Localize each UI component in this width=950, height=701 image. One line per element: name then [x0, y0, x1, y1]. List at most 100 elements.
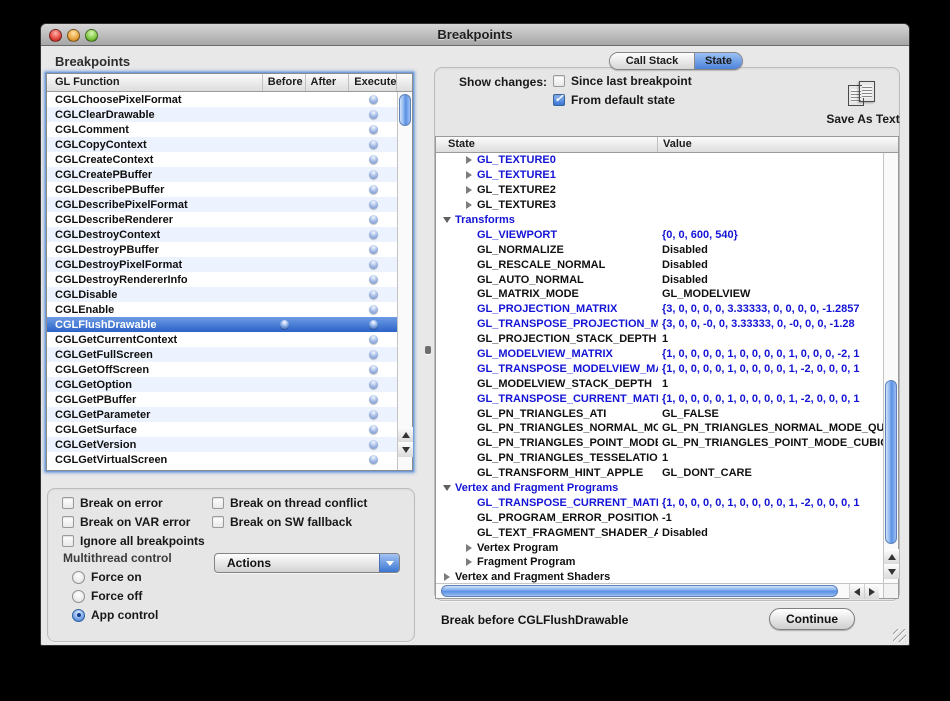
execute-cell[interactable] [349, 380, 397, 389]
from-default-state-option[interactable]: ✓ From default state [553, 93, 675, 107]
save-as-text-button[interactable] [846, 80, 880, 108]
state-row[interactable]: GL_TRANSPOSE_CURRENT_MATRI {1, 0, 0, 0, … [436, 495, 883, 510]
state-row[interactable]: GL_PROJECTION_MATRIX {3, 0, 0, 0, 0, 3.3… [436, 302, 883, 317]
execute-cell[interactable] [349, 110, 397, 119]
table-row[interactable]: CGLFlushDrawable [47, 317, 397, 332]
after-breakpoint-cell[interactable] [306, 365, 350, 374]
state-row[interactable]: Vertex and Fragment Shaders [436, 570, 883, 583]
disclosure-triangle[interactable] [463, 156, 474, 164]
before-breakpoint-cell[interactable] [263, 155, 306, 164]
ignore-all-breakpoints-option[interactable]: ✓ Ignore all breakpoints [62, 534, 205, 548]
table-row[interactable]: CGLGetCurrentContext [47, 332, 397, 347]
table-row[interactable]: CGLGetParameter [47, 407, 397, 422]
table-row[interactable]: CGLDestroyPBuffer [47, 242, 397, 257]
state-row[interactable]: GL_TEXTURE2 [436, 183, 883, 198]
after-breakpoint-cell[interactable] [306, 230, 350, 239]
after-breakpoint-cell[interactable] [306, 290, 350, 299]
break-on-error-option[interactable]: ✓ Break on error [62, 496, 163, 510]
after-breakpoint-cell[interactable] [306, 395, 350, 404]
execute-cell[interactable] [349, 455, 397, 464]
table-row[interactable]: CGLDisable [47, 287, 397, 302]
radio-button[interactable] [72, 590, 85, 603]
execute-cell[interactable] [349, 410, 397, 419]
execute-cell[interactable] [349, 155, 397, 164]
before-breakpoint-cell[interactable] [263, 365, 306, 374]
tab-call-stack[interactable]: Call Stack [610, 53, 695, 69]
execute-cell[interactable] [349, 125, 397, 134]
before-breakpoint-cell[interactable] [263, 440, 306, 449]
after-breakpoint-cell[interactable] [306, 170, 350, 179]
state-row[interactable]: GL_AUTO_NORMAL Disabled [436, 272, 883, 287]
table-row[interactable]: CGLEnable [47, 302, 397, 317]
checkbox[interactable]: ✓ [212, 516, 224, 528]
table-row[interactable]: CGLGetVersion [47, 437, 397, 452]
checkbox[interactable]: ✓ [62, 497, 74, 509]
before-breakpoint-cell[interactable] [263, 170, 306, 179]
execute-cell[interactable] [349, 350, 397, 359]
before-breakpoint-cell[interactable] [263, 350, 306, 359]
table-row[interactable]: CGLGetSurface [47, 422, 397, 437]
panel-splitter-handle[interactable] [425, 346, 431, 354]
after-breakpoint-cell[interactable] [306, 440, 350, 449]
before-breakpoint-cell[interactable] [263, 275, 306, 284]
scroll-left-button[interactable] [849, 584, 864, 599]
radio-button[interactable] [72, 609, 85, 622]
state-row[interactable]: GL_PN_TRIANGLES_POINT_MODE_ GL_PN_TRIANG… [436, 436, 883, 451]
scroll-right-button[interactable] [864, 584, 879, 599]
after-breakpoint-cell[interactable] [306, 305, 350, 314]
before-breakpoint-cell[interactable] [263, 110, 306, 119]
scrollbar-thumb[interactable] [885, 380, 897, 544]
after-breakpoint-cell[interactable] [306, 140, 350, 149]
table-row[interactable]: CGLGetFullScreen [47, 347, 397, 362]
state-horizontal-scrollbar[interactable] [436, 583, 883, 598]
disclosure-triangle[interactable] [463, 201, 474, 209]
actions-dropdown[interactable]: Actions [214, 553, 400, 573]
disclosure-triangle[interactable] [441, 485, 452, 491]
checkbox[interactable]: ✓ [553, 94, 565, 106]
state-row[interactable]: GL_NORMALIZE Disabled [436, 242, 883, 257]
table-row[interactable]: CGLCopyContext [47, 137, 397, 152]
after-breakpoint-cell[interactable] [306, 185, 350, 194]
before-breakpoint-cell[interactable] [263, 245, 306, 254]
after-breakpoint-cell[interactable] [306, 125, 350, 134]
checkbox[interactable]: ✓ [212, 497, 224, 509]
state-row[interactable]: Fragment Program [436, 555, 883, 570]
break-on-sw-fallback-option[interactable]: ✓ Break on SW fallback [212, 515, 352, 529]
before-breakpoint-cell[interactable] [263, 380, 306, 389]
after-breakpoint-cell[interactable] [306, 275, 350, 284]
since-last-breakpoint-option[interactable]: ✓ Since last breakpoint [553, 74, 692, 88]
table-row[interactable]: CGLCreatePBuffer [47, 167, 397, 182]
disclosure-triangle[interactable] [441, 573, 452, 581]
state-row[interactable]: GL_RESCALE_NORMAL Disabled [436, 257, 883, 272]
scroll-up-button[interactable] [884, 549, 899, 564]
table-row[interactable]: CGLDescribePixelFormat [47, 197, 397, 212]
before-breakpoint-cell[interactable] [263, 125, 306, 134]
before-breakpoint-cell[interactable] [263, 425, 306, 434]
checkbox[interactable]: ✓ [62, 516, 74, 528]
table-row[interactable]: CGLDestroyRendererInfo [47, 272, 397, 287]
execute-cell[interactable] [349, 260, 397, 269]
state-row[interactable]: GL_TEXTURE1 [436, 168, 883, 183]
execute-cell[interactable] [349, 245, 397, 254]
execute-cell[interactable] [349, 200, 397, 209]
table-row[interactable]: CGLGetVirtualScreen [47, 452, 397, 467]
execute-cell[interactable] [349, 275, 397, 284]
table-row[interactable]: CGLClearDrawable [47, 107, 397, 122]
state-row[interactable]: GL_TEXT_FRAGMENT_SHADER_AT Disabled [436, 525, 883, 540]
after-breakpoint-cell[interactable] [306, 455, 350, 464]
before-breakpoint-cell[interactable] [263, 305, 306, 314]
radio-button[interactable] [72, 571, 85, 584]
continue-button[interactable]: Continue [769, 608, 855, 630]
after-breakpoint-cell[interactable] [306, 215, 350, 224]
state-row[interactable]: GL_PN_TRIANGLES_TESSELATION_ 1 [436, 451, 883, 466]
state-row[interactable]: GL_TRANSPOSE_MODELVIEW_MAT {1, 0, 0, 0, … [436, 361, 883, 376]
state-row[interactable]: GL_MATRIX_MODE GL_MODELVIEW [436, 287, 883, 302]
scroll-up-button[interactable] [398, 427, 413, 442]
execute-cell[interactable] [349, 215, 397, 224]
before-breakpoint-cell[interactable] [263, 95, 306, 104]
state-row[interactable]: GL_MODELVIEW_STACK_DEPTH 1 [436, 376, 883, 391]
state-row[interactable]: GL_VIEWPORT {0, 0, 600, 540} [436, 227, 883, 242]
before-breakpoint-cell[interactable] [263, 140, 306, 149]
after-breakpoint-cell[interactable] [306, 380, 350, 389]
state-vertical-scrollbar[interactable] [883, 153, 898, 583]
